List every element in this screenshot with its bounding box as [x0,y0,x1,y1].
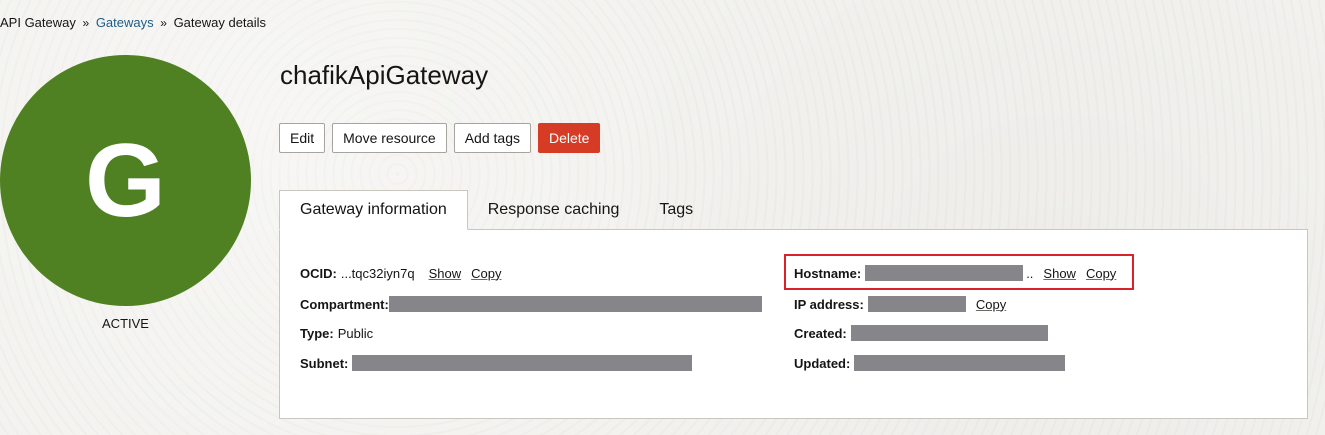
compartment-row: Compartment: [300,295,762,313]
ip-address-copy-link[interactable]: Copy [976,297,1006,312]
hostname-ellipsis: .. [1026,265,1034,281]
ocid-label: OCID: [300,265,337,281]
edit-button[interactable]: Edit [279,123,326,153]
hostname-show-link[interactable]: Show [1043,266,1076,281]
updated-label: Updated: [794,355,851,371]
created-row: Created: [794,324,1048,342]
breadcrumb-separator: » [160,16,167,30]
created-redacted-value [850,325,1048,341]
ip-address-row: IP address: Copy [794,295,1006,313]
subnet-redacted-value [352,355,693,371]
compartment-label: Compartment: [300,296,389,312]
hostname-redacted-value [865,265,1024,281]
tab-gateway-information[interactable]: Gateway information [279,190,468,230]
ocid-row: OCID: ...tqc32iyn7q Show Copy [300,264,501,282]
breadcrumb-separator: » [82,16,90,30]
add-tags-button[interactable]: Add tags [453,123,531,153]
created-label: Created: [794,325,847,341]
breadcrumb-current: Gateway details [173,15,267,30]
ocid-copy-link[interactable]: Copy [471,266,501,281]
move-resource-button[interactable]: Move resource [332,123,447,153]
breadcrumb-root[interactable]: API Gateway [0,15,76,30]
ocid-value: ...tqc32iyn7q [340,265,415,281]
breadcrumb-gateways-link[interactable]: Gateways [96,15,154,30]
ip-address-label: IP address: [794,296,864,312]
ip-address-redacted-value [867,296,966,312]
tab-bar: Gateway information Response caching Tag… [279,190,713,230]
subnet-label: Subnet: [300,355,349,371]
resource-avatar: G [0,55,251,306]
compartment-redacted-value [388,296,762,312]
type-value: Public [337,325,374,341]
hostname-row: Hostname: .. Show Copy [794,264,1116,282]
tab-tags[interactable]: Tags [639,190,713,230]
action-toolbar: Edit Move resource Add tags Delete [279,123,601,153]
avatar-letter: G [85,122,166,239]
breadcrumb: API Gateway » Gateways » Gateway details [0,15,266,30]
delete-button[interactable]: Delete [537,123,601,153]
type-label: Type: [300,325,334,341]
hostname-copy-link[interactable]: Copy [1086,266,1116,281]
type-row: Type: Public [300,324,377,342]
ocid-show-link[interactable]: Show [429,266,462,281]
status-text: ACTIVE [102,316,149,331]
hostname-label: Hostname: [794,265,862,281]
tab-response-caching[interactable]: Response caching [468,190,640,230]
updated-redacted-value [854,355,1066,371]
page-title: chafikApiGateway [280,60,489,90]
updated-row: Updated: [794,354,1066,372]
subnet-row: Subnet: [300,354,693,372]
